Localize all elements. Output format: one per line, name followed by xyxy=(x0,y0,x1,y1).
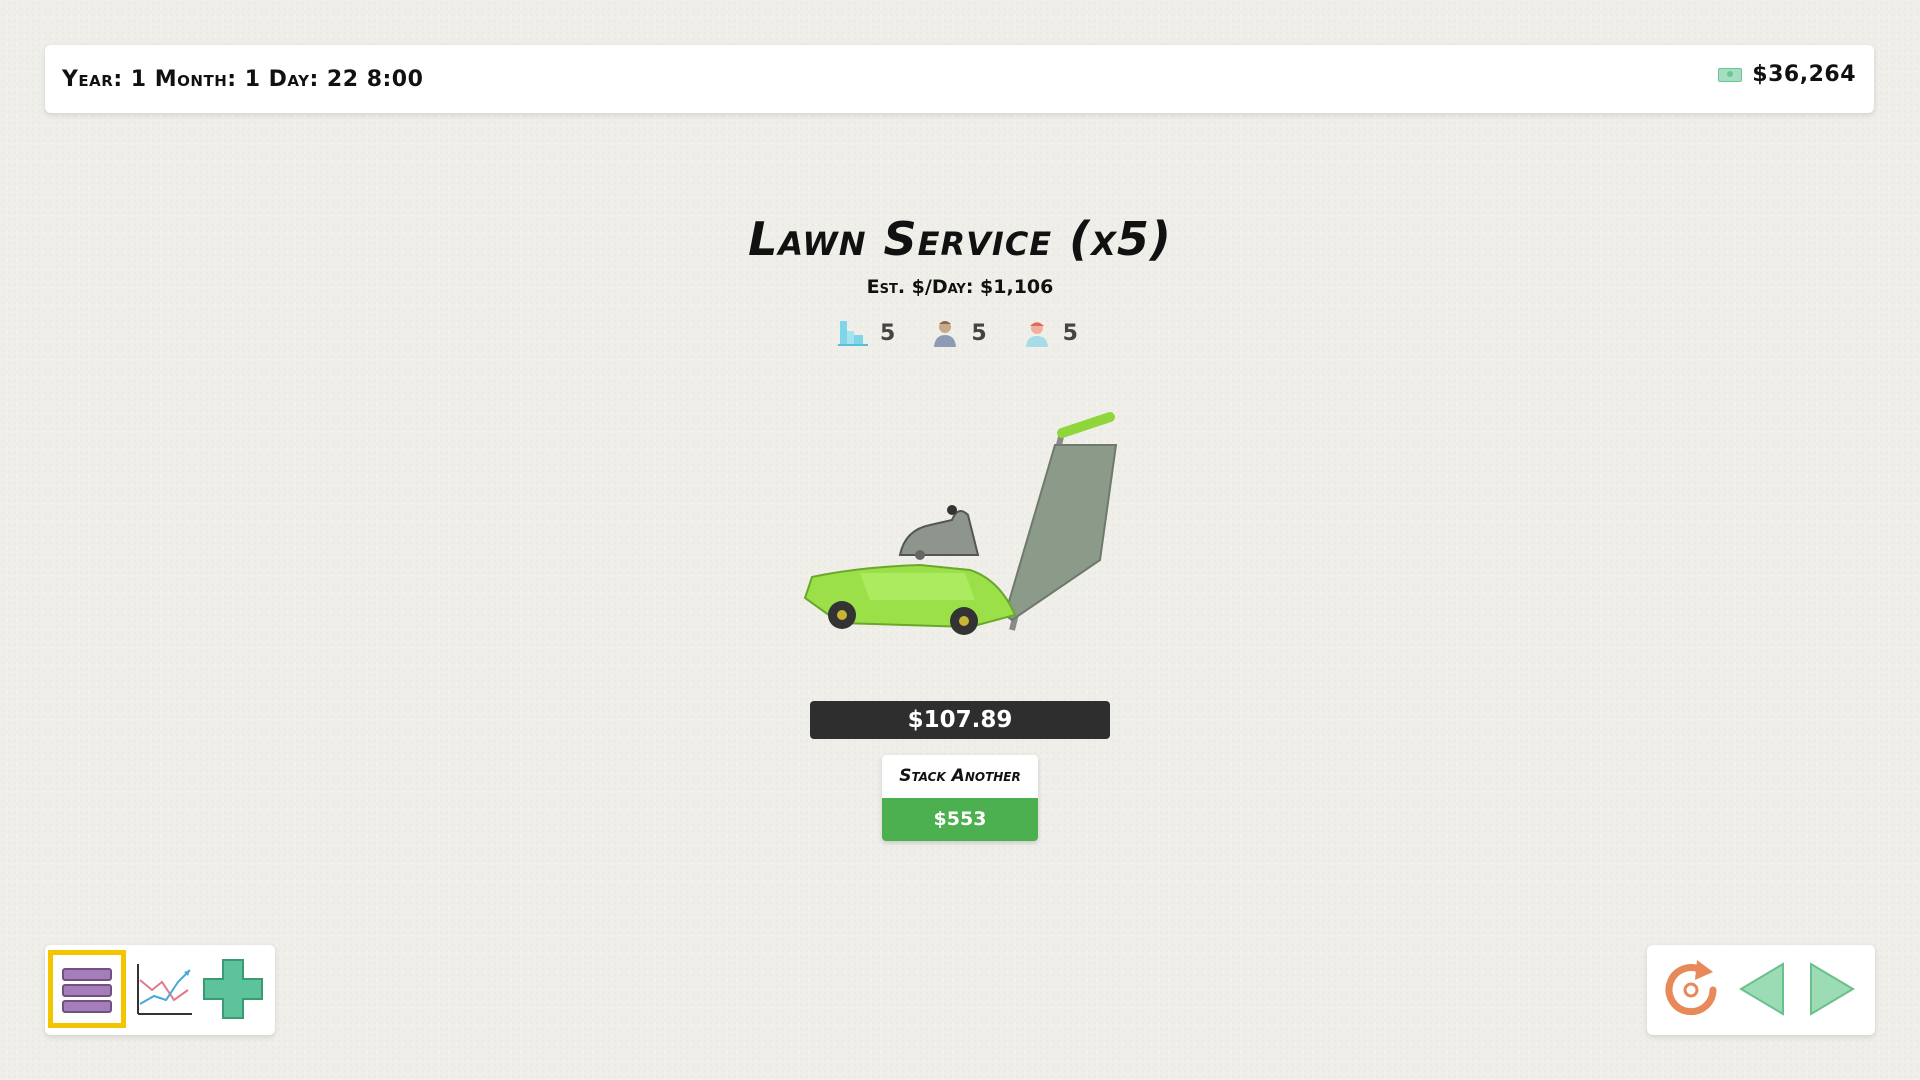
stack-another-price: $553 xyxy=(882,798,1038,841)
stat-buildings-value: 5 xyxy=(880,320,896,346)
next-button[interactable] xyxy=(1797,950,1875,1028)
stack-another-button[interactable]: Stack Another $553 xyxy=(882,755,1038,841)
bottom-left-toolbar xyxy=(45,945,275,1035)
stat-workers-value: 5 xyxy=(971,320,987,346)
reset-button[interactable] xyxy=(1653,950,1731,1028)
bottom-right-toolbar xyxy=(1647,945,1875,1035)
worker-icon xyxy=(931,318,959,348)
previous-button[interactable] xyxy=(1727,950,1805,1028)
add-button[interactable] xyxy=(194,950,272,1028)
stack-another-label: Stack Another xyxy=(899,766,1021,786)
lawn-mower-illustration xyxy=(800,405,1120,649)
stat-managers: 5 xyxy=(1023,318,1078,348)
stat-buildings: 5 xyxy=(838,318,895,348)
stat-workers: 5 xyxy=(931,318,987,348)
price-bar: $107.89 xyxy=(810,701,1110,739)
buildings-icon xyxy=(838,319,868,347)
manager-icon xyxy=(1023,318,1051,348)
menu-button[interactable] xyxy=(48,950,126,1028)
stats-button[interactable] xyxy=(126,950,204,1028)
business-title: Lawn Service (x5) xyxy=(748,212,1172,266)
stat-managers-value: 5 xyxy=(1062,320,1078,346)
business-view: Lawn Service (x5) Est. $/Day: $1,106 5 5… xyxy=(0,0,1920,1080)
business-stats: 5 5 5 xyxy=(838,318,1078,348)
estimated-income: Est. $/Day: $1,106 xyxy=(866,276,1054,298)
